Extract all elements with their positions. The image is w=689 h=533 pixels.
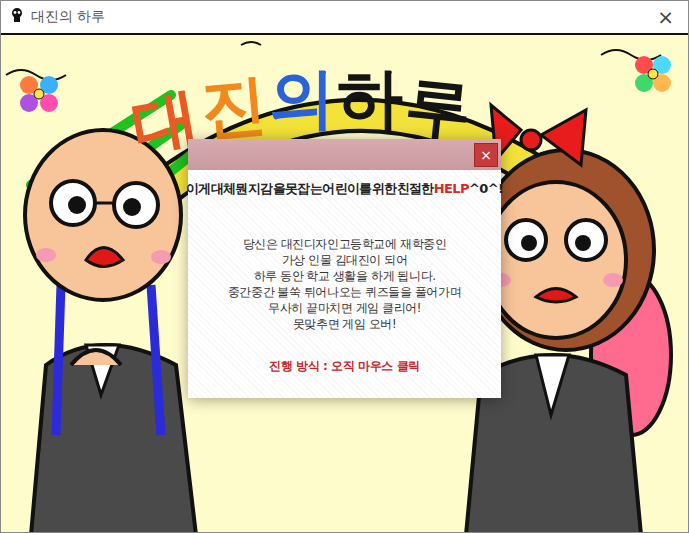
description-line: 가상 인물 김대진이 되어	[282, 252, 408, 268]
banner-letter-text: 하	[337, 60, 403, 137]
description-line: 중간중간 불쑥 튀어나오는 퀴즈들을 풀어가며	[228, 284, 461, 300]
banner-letter-text: 의	[269, 60, 335, 137]
banner-letter-text: 루	[401, 67, 475, 150]
banner-letter: 의	[269, 63, 335, 136]
help-dialog: × 이게대체뭔지감을못잡는어린이를위한친절한HELP^0^! 당신은 대진디자인고등…	[188, 139, 501, 398]
game-screen[interactable]: 대진의하루× 이게대체뭔지감을못잡는어린이를위한친절한HELP^0^! 당신은 대진…	[1, 33, 688, 532]
heading-segment: 이게대체뭔지감을못잡는어린이를위한친절한	[186, 181, 434, 196]
heading-segment: HELP	[434, 181, 469, 196]
description-line: 무사히 끝마치면 게임 클리어!	[268, 300, 421, 316]
description-line: 못맞추면 게임 오버!	[293, 316, 397, 332]
description-line: 당신은 대진디자인고등학교에 재학중인	[243, 236, 447, 252]
banner-letter-text: 진	[198, 65, 270, 147]
app-icon	[9, 7, 25, 27]
dialog-close-button[interactable]: ×	[474, 143, 498, 167]
dialog-header: ×	[188, 139, 501, 170]
close-button[interactable]: ×	[653, 5, 678, 29]
description-line: 하루 동안 학교 생활을 하게 됩니다.	[254, 268, 436, 284]
banner-letter: 루	[401, 70, 474, 149]
banner-letter: 진	[198, 68, 270, 146]
dialog-heading: 이게대체뭔지감을못잡는어린이를위한친절한HELP^0^!	[186, 180, 504, 198]
heading-segment: ^0^!	[469, 181, 503, 196]
game-title-banner: 대진의하루	[133, 63, 471, 136]
title-bar: 대진의 하루 ×	[1, 1, 688, 33]
instruction-text: 진행 방식 : 오직 마우스 클릭	[269, 358, 420, 375]
dialog-body: 이게대체뭔지감을못잡는어린이를위한친절한HELP^0^! 당신은 대진디자인고등학…	[188, 170, 501, 398]
window-title: 대진의 하루	[31, 8, 647, 26]
dialog-description: 당신은 대진디자인고등학교에 재학중인가상 인물 김대진이 되어하루 동안 학교…	[228, 236, 461, 332]
banner-letter: 하	[337, 63, 403, 136]
